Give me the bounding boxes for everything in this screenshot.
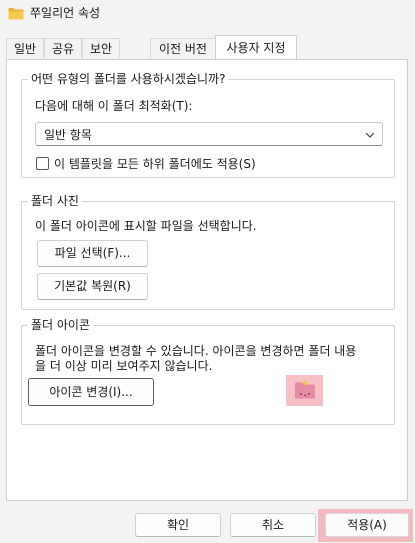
folder-icon-group: 폴더 아이콘 폴더 아이콘을 변경할 수 있습니다. 아이콘을 변경하면 폴더 … <box>21 317 395 425</box>
ok-button[interactable]: 확인 <box>135 513 221 537</box>
properties-window: 쭈일리언 속성 일반 공유 보안 이전 버전 사용자 지정 어떤 유형의 폴더를… <box>0 0 415 543</box>
cancel-button-label: 취소 <box>261 518 285 532</box>
tab-customize[interactable]: 사용자 지정 <box>215 35 297 59</box>
folder-pictures-group-title: 폴더 사진 <box>28 193 82 209</box>
apply-template-row[interactable]: 이 템플릿을 모든 하위 폴더에도 적용(S) <box>36 156 336 172</box>
folder-type-group-title: 어떤 유형의 폴더를 사용하시겠습니까? <box>28 71 229 87</box>
window-title: 쭈일리언 속성 <box>30 6 101 20</box>
tab-panel-customize: 어떤 유형의 폴더를 사용하시겠습니까? 다음에 대해 이 폴더 최적화(T):… <box>6 59 408 501</box>
tab-sharing[interactable]: 공유 <box>44 38 82 58</box>
optimize-dropdown-value: 일반 항목 <box>44 128 92 142</box>
tab-general[interactable]: 일반 <box>6 38 44 58</box>
tab-strip: 일반 공유 보안 이전 버전 사용자 지정 <box>6 35 409 59</box>
folder-type-group: 어떤 유형의 폴더를 사용하시겠습니까? 다음에 대해 이 폴더 최적화(T):… <box>21 71 395 178</box>
folder-pictures-group: 폴더 사진 이 폴더 아이콘에 표시할 파일을 선택합니다. 파일 선택(F).… <box>21 193 395 310</box>
folder-pictures-description: 이 폴더 아이콘에 표시할 파일을 선택합니다. <box>35 219 257 233</box>
restore-default-button-label: 기본값 복원(R) <box>54 279 131 293</box>
apply-button[interactable]: 적용(A) <box>325 513 409 537</box>
folder-icon-group-title: 폴더 아이콘 <box>28 317 94 333</box>
optimize-label: 다음에 대해 이 폴더 최적화(T): <box>35 99 193 113</box>
dialog-button-bar: 확인 취소 적용(A) <box>0 501 415 543</box>
optimize-dropdown[interactable]: 일반 항목 <box>35 122 383 146</box>
tab-previous-versions[interactable]: 이전 버전 <box>150 38 216 58</box>
folder-icon <box>8 8 24 20</box>
tab-security[interactable]: 보안 <box>82 38 120 58</box>
change-icon-button[interactable]: 아이콘 변경(I)... <box>28 378 154 406</box>
apply-button-label: 적용(A) <box>347 518 387 532</box>
choose-file-button[interactable]: 파일 선택(F)... <box>37 240 148 267</box>
folder-icon-description-line2: 을 더 이상 미리 보여주지 않습니다. <box>35 359 213 373</box>
ok-button-label: 확인 <box>166 518 190 532</box>
folder-icon-description-line1: 폴더 아이콘을 변경할 수 있습니다. 아이콘을 변경하면 폴더 내용 <box>35 344 357 358</box>
title-bar: 쭈일리언 속성 <box>0 0 415 28</box>
restore-default-button[interactable]: 기본값 복원(R) <box>37 273 148 300</box>
cancel-button[interactable]: 취소 <box>230 513 316 537</box>
choose-file-button-label: 파일 선택(F)... <box>54 246 131 260</box>
change-icon-button-label: 아이콘 변경(I)... <box>49 385 133 399</box>
pink-folder-icon <box>295 380 315 399</box>
apply-template-label: 이 템플릿을 모든 하위 폴더에도 적용(S) <box>54 157 256 171</box>
apply-template-checkbox[interactable] <box>36 157 49 170</box>
chevron-down-icon <box>365 132 375 138</box>
